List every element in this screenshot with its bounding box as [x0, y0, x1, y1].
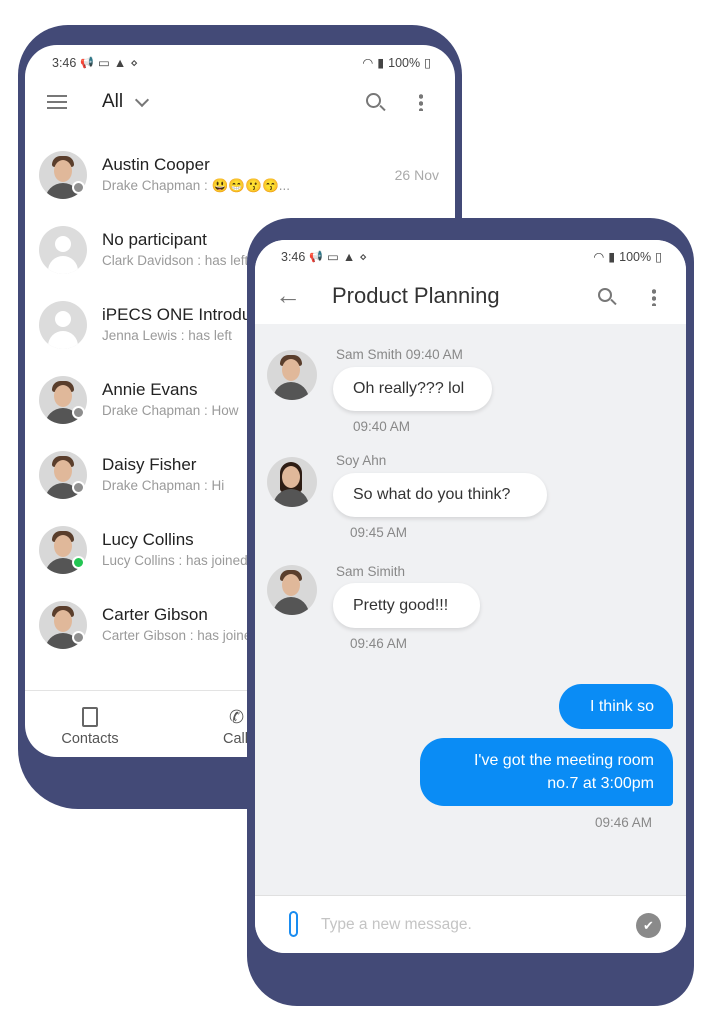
presence-indicator — [72, 556, 85, 569]
wifi-icon: ◠ — [593, 250, 605, 264]
usb-icon: ⋄ — [130, 56, 139, 70]
chat-preview: Lucy Collins : has joined — [102, 553, 248, 568]
search-icon[interactable] — [366, 93, 386, 112]
message-input[interactable] — [321, 911, 621, 939]
warning-icon: ▲ — [113, 55, 127, 70]
chat-title: Product Planning — [332, 283, 500, 308]
sender-avatar[interactable] — [267, 350, 317, 400]
chat-name: Carter Gibson — [102, 605, 208, 624]
message-time: 09:45 AM — [350, 525, 408, 540]
message-sender-line: Sam Smith 09:40 AM — [336, 347, 463, 362]
chat-preview: Drake Chapman : 😃😁😗😙... — [102, 178, 291, 193]
chat-name: Daisy Fisher — [102, 455, 197, 474]
battery-icon: ▯ — [424, 56, 431, 70]
presence-indicator — [72, 181, 85, 194]
message-text-line: no.7 at 3:00pm — [547, 775, 654, 792]
status-right: ◠ ▮ 100% ▯ — [362, 55, 431, 71]
avatar — [39, 226, 87, 274]
filter-label: All — [102, 91, 124, 112]
sender-avatar[interactable] — [267, 457, 317, 507]
presence-indicator — [72, 481, 85, 494]
warning-icon: ▲ — [342, 249, 356, 264]
chevron-down-icon — [135, 92, 150, 107]
usb-icon: ⋄ — [359, 250, 368, 264]
chat-preview: Jenna Lewis : has left — [102, 328, 232, 343]
chat-preview: Carter Gibson : has joined — [102, 628, 259, 643]
signal-icon: ▮ — [608, 250, 616, 264]
message-text: So what do you think? — [353, 486, 511, 503]
presence-indicator — [72, 406, 85, 419]
outgoing-message[interactable]: I've got the meeting room no.7 at 3:00pm — [420, 738, 673, 806]
wifi-icon: ◠ — [362, 56, 374, 70]
more-options-icon[interactable] — [419, 93, 423, 111]
avatar — [39, 301, 87, 349]
message-text-line: I've got the meeting room — [473, 752, 654, 769]
incoming-message[interactable]: Pretty good!!! — [333, 583, 480, 628]
message-time: 09:40 AM — [353, 419, 411, 434]
status-right: ◠ ▮ 100% ▯ — [593, 249, 662, 265]
chat-preview: Clark Davidson : has left — [102, 253, 249, 268]
more-options-icon[interactable] — [652, 288, 656, 306]
sent-time: 09:40 AM — [405, 347, 463, 362]
chat-name: Annie Evans — [102, 380, 198, 399]
filter-dropdown[interactable]: All — [102, 91, 150, 113]
phone-icon: ✆ — [229, 707, 245, 727]
nav-contacts[interactable]: Contacts — [55, 707, 125, 747]
battery-icon: ▯ — [655, 250, 662, 264]
attachment-icon[interactable] — [289, 911, 298, 937]
chat-preview: Drake Chapman : How — [102, 403, 239, 418]
menu-icon[interactable] — [47, 95, 67, 109]
incoming-message[interactable]: Oh really??? lol — [333, 367, 492, 411]
back-arrow-icon[interactable]: ← — [275, 282, 301, 308]
send-check-icon[interactable]: ✔ — [636, 913, 661, 938]
sender-avatar[interactable] — [267, 565, 317, 615]
notification-icon: 📢 — [309, 251, 324, 263]
nav-contacts-label: Contacts — [61, 731, 119, 747]
message-time: 09:46 AM — [350, 636, 408, 651]
message-icon: ▭ — [327, 250, 339, 264]
message-text: Pretty good!!! — [353, 596, 449, 614]
chat-preview: Drake Chapman : Hi — [102, 478, 225, 493]
message-time: 09:46 AM — [594, 815, 652, 830]
message-text: I think so — [589, 697, 654, 715]
chat-list-item[interactable]: Austin Cooper Drake Chapman : 😃😁😗😙... 26 N… — [25, 151, 455, 211]
message-text: Oh really??? lol — [353, 380, 465, 397]
message-icon: ▭ — [98, 56, 110, 70]
search-icon[interactable] — [598, 288, 617, 306]
chat-name: Austin Cooper — [102, 155, 210, 174]
status-time: 3:46 — [281, 249, 306, 264]
sender-name: Sam Smith — [336, 347, 403, 362]
battery-level: 100% — [388, 55, 421, 70]
sender-name: Soy Ahn — [336, 453, 387, 468]
presence-indicator — [72, 631, 85, 644]
status-bar: 3:46 📢 ▭ ▲ ⋄ — [52, 55, 139, 71]
incoming-message[interactable]: So what do you think? — [333, 473, 547, 517]
contacts-icon — [82, 707, 98, 727]
signal-icon: ▮ — [377, 56, 385, 70]
sender-name: Sam Simith — [336, 564, 406, 579]
chat-name: No participant — [102, 230, 207, 249]
status-time: 3:46 — [52, 55, 77, 70]
chat-date: 26 Nov — [394, 167, 439, 183]
outgoing-message[interactable]: I think so — [559, 684, 673, 729]
battery-level: 100% — [619, 249, 652, 264]
notification-icon: 📢 — [80, 57, 95, 69]
chat-screen: 3:46 📢 ▭ ▲ ⋄ ◠ ▮ 100% ▯ ← Product Planni… — [255, 240, 686, 953]
chat-name: Lucy Collins — [102, 530, 194, 549]
status-bar: 3:46 📢 ▭ ▲ ⋄ — [281, 249, 368, 265]
